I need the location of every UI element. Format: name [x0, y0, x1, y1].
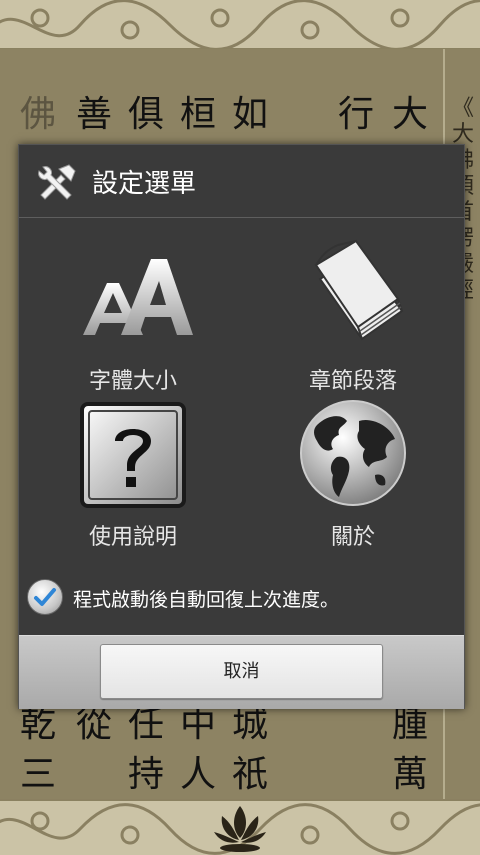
dialog-title: 設定選單: [92, 169, 197, 199]
scripture-column-bottom: 乾三: [19, 704, 56, 795]
lotus-icon: [214, 806, 266, 852]
auto-resume-checkbox[interactable]: [27, 579, 63, 615]
tools-icon: [38, 164, 76, 200]
scripture-column-bottom: 中人: [179, 704, 216, 795]
globe-icon: [300, 400, 406, 506]
scripture-column-bottom: 腫萬: [391, 704, 428, 795]
scripture-column-bottom: 任持: [127, 704, 164, 795]
scripture-column-bottom: 城祇: [231, 704, 268, 795]
help-icon: [80, 402, 186, 508]
about-option[interactable]: 關於: [253, 400, 453, 551]
chapter-option[interactable]: 章節段落: [253, 239, 453, 395]
top-ornament-border: [0, 0, 480, 49]
font-size-option[interactable]: 字體大小: [33, 245, 233, 395]
dialog-header: 設定選單: [19, 145, 464, 218]
checkmark-icon: [34, 588, 56, 606]
scroll-pattern-icon: [0, 0, 480, 48]
font-size-label: 字體大小: [88, 369, 177, 394]
auto-resume-option[interactable]: 程式啟動後自動回復上次進度。: [27, 577, 457, 617]
dialog-button-bar: 取消: [19, 635, 464, 709]
help-label: 使用說明: [88, 525, 177, 550]
font-size-icon: [83, 259, 193, 335]
help-option[interactable]: 使用說明: [33, 401, 233, 551]
book-icon: [314, 239, 404, 341]
cancel-button[interactable]: 取消: [100, 644, 383, 699]
chapter-label: 章節段落: [308, 369, 397, 394]
settings-dialog: 設定選單 字體大小 章節段落 使用說明 關於 程式啟動後自動回復上次進度。 取消: [18, 144, 465, 709]
about-label: 關於: [330, 525, 375, 550]
auto-resume-label: 程式啟動後自動回復上次進度。: [73, 589, 340, 611]
